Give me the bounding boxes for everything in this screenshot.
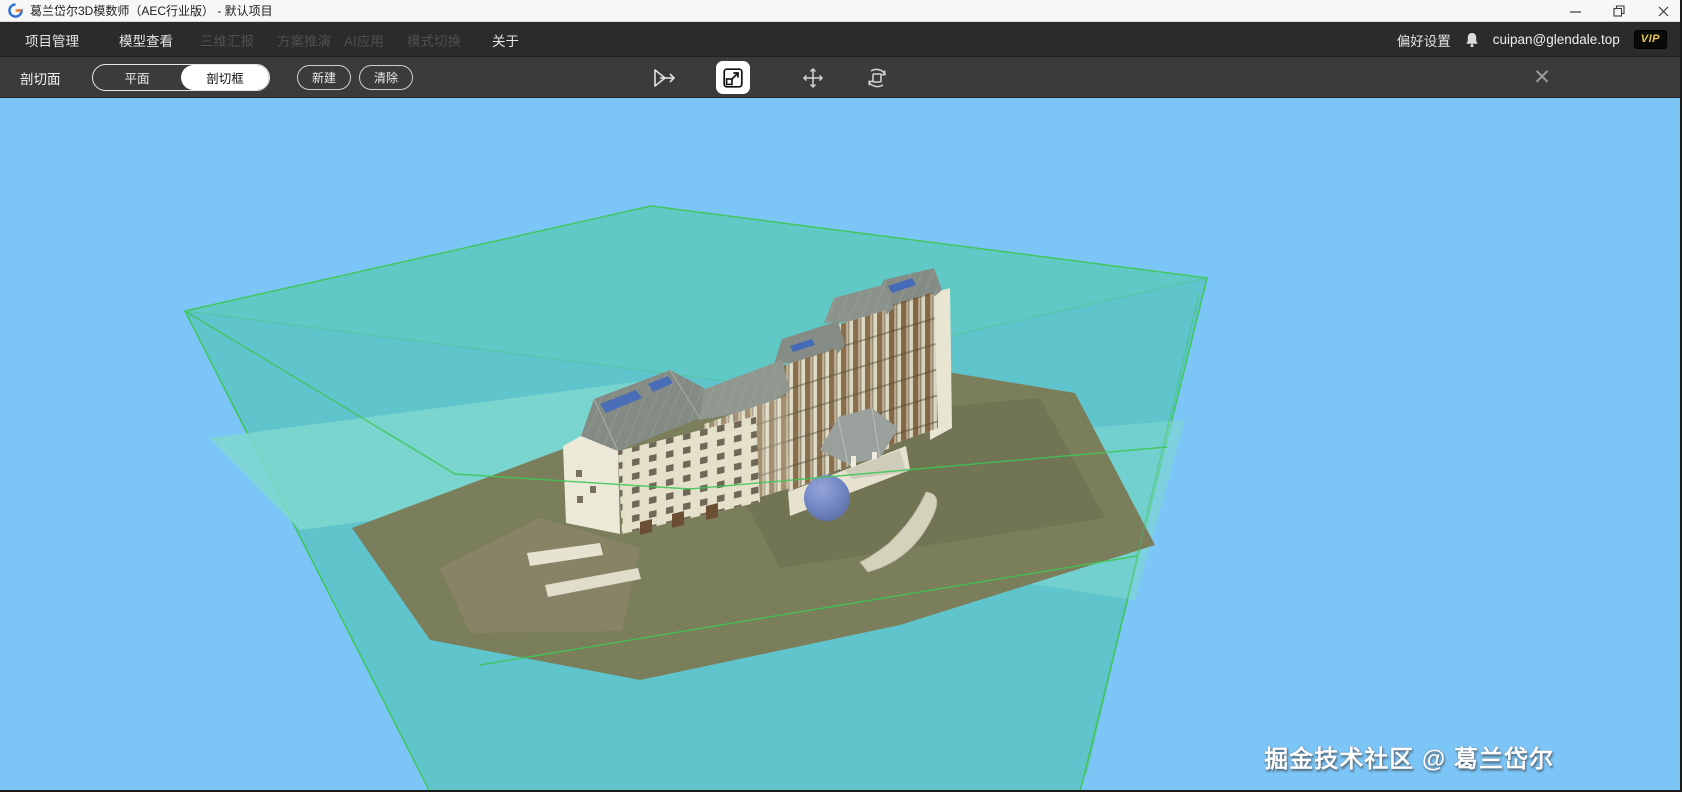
watermark-text: 掘金技术社区 @ 葛兰岱尔	[1264, 746, 1554, 773]
application-window: 葛兰岱尔3D模数师（AEC行业版） - 默认项目 项目管理 模型查看 三维汇报 …	[0, 0, 1682, 792]
minimize-icon	[1569, 10, 1581, 13]
menu-item-3d-report: 三维汇报	[200, 33, 254, 49]
minimize-button[interactable]	[1568, 4, 1582, 18]
menu-bar: 项目管理 模型查看 三维汇报 方案推演 AI应用 模式切换 关于 偏好设置 cu…	[0, 22, 1680, 57]
scale-tool-button[interactable]	[716, 61, 750, 94]
section-plane-label: 剖切面	[20, 71, 61, 87]
menu-item-ai: AI应用	[344, 33, 384, 49]
scene-canvas[interactable]	[0, 98, 1682, 792]
rotate-icon	[868, 68, 886, 88]
toolbar-close-button[interactable]: ✕	[1528, 63, 1556, 91]
window-title-bar: 葛兰岱尔3D模数师（AEC行业版） - 默认项目	[0, 0, 1680, 22]
sphere-fountain	[804, 475, 850, 521]
menu-item-project[interactable]: 项目管理	[25, 22, 79, 57]
app-logo-icon	[8, 3, 23, 18]
close-window-button[interactable]	[1656, 4, 1670, 18]
section-export-icon	[654, 69, 676, 87]
menu-item-mode-switch: 模式切换	[407, 33, 461, 49]
new-button[interactable]: 新建	[297, 65, 351, 90]
mode-box-option[interactable]: 剖切框	[181, 65, 269, 90]
window-title: 葛兰岱尔3D模数师（AEC行业版） - 默认项目	[30, 4, 273, 18]
move-icon	[802, 67, 824, 89]
account-email[interactable]: cuipan@glendale.top	[1493, 32, 1620, 47]
mode-plane-option[interactable]: 平面	[93, 65, 181, 90]
section-toolbar: 剖切面 平面 剖切框 新建 清除 ✕	[0, 57, 1680, 98]
restore-button[interactable]	[1612, 4, 1626, 18]
menu-item-model-view[interactable]: 模型查看	[119, 22, 173, 57]
menu-item-about[interactable]: 关于	[492, 22, 519, 57]
scale-icon	[723, 67, 743, 88]
preferences-button[interactable]: 偏好设置	[1397, 30, 1451, 50]
close-icon	[1658, 6, 1668, 16]
section-export-button[interactable]	[650, 65, 680, 91]
menu-item-scheme: 方案推演	[277, 33, 331, 49]
vip-badge[interactable]: VIP	[1633, 30, 1667, 49]
clear-button[interactable]: 清除	[359, 65, 413, 90]
move-tool-button[interactable]	[799, 65, 827, 91]
viewport-3d[interactable]: 掘金技术社区 @ 葛兰岱尔	[0, 98, 1682, 792]
rotate-tool-button[interactable]	[863, 65, 891, 91]
notification-bell-icon[interactable]	[1465, 32, 1479, 48]
section-mode-toggle: 平面 剖切框	[92, 64, 270, 91]
restore-icon	[1613, 5, 1625, 17]
